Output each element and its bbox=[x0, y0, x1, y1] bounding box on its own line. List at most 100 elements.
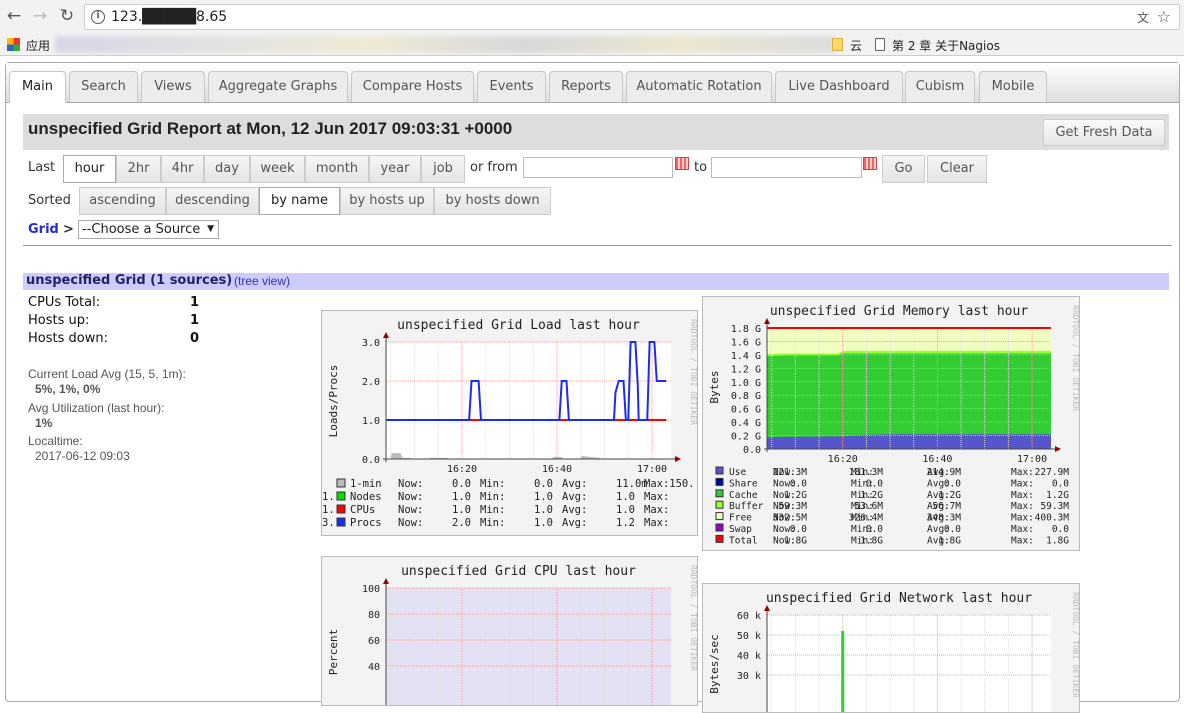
tab-views[interactable]: Views bbox=[141, 71, 205, 102]
range-job[interactable]: job bbox=[421, 155, 465, 183]
y-tick-label: 0.6 G bbox=[731, 405, 761, 416]
avg-util-label: Avg Utilization (last hour): bbox=[28, 401, 165, 415]
bookmark-cloud[interactable]: 云 bbox=[850, 37, 862, 54]
localtime-label: Localtime: bbox=[28, 434, 83, 448]
page-icon bbox=[875, 38, 885, 51]
y-tick-label: 50 k bbox=[737, 631, 761, 642]
range-4hr[interactable]: 4hr bbox=[161, 155, 204, 183]
legend-swatch bbox=[715, 512, 724, 521]
tab-search[interactable]: Search bbox=[69, 71, 138, 102]
localtime-value: 2017-06-12 09:03 bbox=[35, 449, 130, 463]
range-year[interactable]: year bbox=[369, 155, 421, 183]
y-tick-label: 0.2 G bbox=[731, 432, 761, 443]
legend-stat: Avg: bbox=[562, 504, 587, 516]
tab-mobile[interactable]: Mobile bbox=[979, 71, 1047, 102]
legend-stat: Min: bbox=[480, 504, 505, 516]
translate-icon[interactable]: 文 bbox=[1137, 9, 1149, 26]
clear-button[interactable]: Clear bbox=[927, 155, 987, 183]
legend-stat: Now: bbox=[398, 478, 423, 490]
legend-stat: Max:150. bbox=[644, 478, 695, 490]
reload-icon[interactable]: ↻ bbox=[57, 6, 77, 26]
network-graph[interactable]: unspecified Grid Network last hour Bytes/… bbox=[702, 583, 1080, 713]
legend-stat: Now: bbox=[398, 517, 423, 529]
legend-stat: Max: bbox=[644, 517, 669, 529]
stat-label: Hosts up: bbox=[28, 313, 90, 328]
get-fresh-data-button[interactable]: Get Fresh Data bbox=[1043, 119, 1165, 146]
legend-max: 400.3M bbox=[1035, 513, 1070, 524]
y-tick-label: 100 bbox=[362, 584, 380, 595]
legend-stat: 1.2 bbox=[616, 517, 635, 529]
legend-swatch bbox=[336, 491, 346, 501]
bookmark-nagios[interactable]: 第 2 章 关于Nagios bbox=[892, 37, 1000, 54]
sort-by-name[interactable]: by name bbox=[259, 187, 340, 215]
forward-icon[interactable]: → bbox=[30, 6, 50, 26]
legend-stat: Min: bbox=[480, 491, 505, 503]
stat-label: CPUs Total: bbox=[28, 295, 101, 310]
legend-min: 181.3M bbox=[849, 467, 884, 478]
to-date-input[interactable] bbox=[711, 157, 862, 178]
legend-stat: 1.0 bbox=[616, 491, 635, 503]
y-tick-label: 1.8 G bbox=[731, 324, 761, 335]
tree-view-link[interactable]: (tree view) bbox=[234, 274, 290, 288]
bookmark-apps[interactable]: 应用 bbox=[26, 37, 50, 54]
tab-aggregate-graphs[interactable]: Aggregate Graphs bbox=[208, 71, 348, 102]
legend-name: CPUs bbox=[350, 504, 375, 516]
legend-stat: Max: bbox=[644, 504, 669, 516]
range-month[interactable]: month bbox=[305, 155, 369, 183]
graph-title: unspecified Grid CPU last hour bbox=[401, 564, 636, 579]
y-axis-arrow bbox=[383, 578, 389, 584]
tab-reports[interactable]: Reports bbox=[549, 71, 623, 102]
y-axis-label: Loads/Procs bbox=[327, 365, 340, 438]
range-day[interactable]: day bbox=[204, 155, 250, 183]
y-axis-arrow bbox=[383, 332, 389, 338]
range-week[interactable]: week bbox=[250, 155, 305, 183]
range-hour[interactable]: hour bbox=[63, 155, 116, 183]
legend-min: 326.4M bbox=[849, 513, 884, 524]
cpu-graph[interactable]: unspecified Grid CPU last hour Percent RRD… bbox=[321, 556, 698, 706]
sort-ascending[interactable]: ascending bbox=[79, 187, 166, 215]
y-tick-label: 40 bbox=[368, 662, 380, 673]
legend-avg: 348.3M bbox=[927, 513, 962, 524]
tab-automatic-rotation[interactable]: Automatic Rotation bbox=[626, 71, 772, 102]
range-2hr[interactable]: 2hr bbox=[116, 155, 161, 183]
y-tick-label: 60 k bbox=[737, 611, 761, 622]
apps-icon bbox=[7, 38, 20, 51]
back-icon[interactable]: ← bbox=[4, 6, 24, 26]
go-button[interactable]: Go bbox=[882, 155, 925, 183]
y-tick-label: 0.0 bbox=[362, 455, 380, 466]
stat-label: Hosts down: bbox=[28, 331, 108, 346]
star-icon[interactable]: ☆ bbox=[1157, 7, 1171, 26]
memory-graph[interactable]: unspecified Grid Memory last hour Bytes RR… bbox=[702, 296, 1080, 551]
source-select[interactable]: --Choose a Source ▼ bbox=[78, 220, 219, 239]
tab-compare-hosts[interactable]: Compare Hosts bbox=[351, 71, 474, 102]
load-graph[interactable]: unspecified Grid Load last hour Loads/Pro… bbox=[321, 310, 698, 536]
grid-title: unspecified Grid (1 sources) bbox=[26, 273, 233, 288]
tab-events[interactable]: Events bbox=[477, 71, 546, 102]
sort-descending[interactable]: descending bbox=[166, 187, 259, 215]
legend-max-label: Max: bbox=[1011, 490, 1034, 501]
divider bbox=[23, 245, 1172, 246]
y-tick-label: 0.4 G bbox=[731, 418, 761, 429]
url-text: 123.█████8.65 bbox=[111, 9, 228, 25]
last-label: Last bbox=[28, 160, 56, 175]
address-bar[interactable]: i 123.█████8.65 文 ☆ bbox=[84, 4, 1180, 30]
rrdtool-watermark: RRDTOOL / TOBI OETIKER bbox=[689, 565, 698, 671]
tab-live-dashboard[interactable]: Live Dashboard bbox=[775, 71, 903, 102]
tab-cubism[interactable]: Cubism bbox=[905, 71, 975, 102]
legend-now: 332.5M bbox=[773, 513, 808, 524]
calendar-icon[interactable] bbox=[675, 157, 689, 170]
info-icon[interactable]: i bbox=[91, 10, 105, 24]
sort-by-hosts-up[interactable]: by hosts up bbox=[340, 187, 434, 215]
tab-main[interactable]: Main bbox=[9, 71, 66, 103]
calendar-icon[interactable] bbox=[863, 157, 877, 170]
legend-avg: 1.2G bbox=[938, 490, 961, 501]
sort-by-hosts-down[interactable]: by hosts down bbox=[434, 187, 551, 215]
legend-stat: Min: bbox=[480, 517, 505, 529]
x-tick-label: 16:20 bbox=[828, 454, 858, 465]
legend-stat: 11.0m bbox=[616, 478, 648, 490]
legend-stat: 0.0 bbox=[452, 478, 471, 490]
y-tick-label: 1.0 bbox=[362, 416, 380, 427]
grid-link[interactable]: Grid bbox=[28, 222, 59, 237]
legend-avg: 56.7M bbox=[932, 501, 961, 512]
from-date-input[interactable] bbox=[523, 157, 673, 178]
